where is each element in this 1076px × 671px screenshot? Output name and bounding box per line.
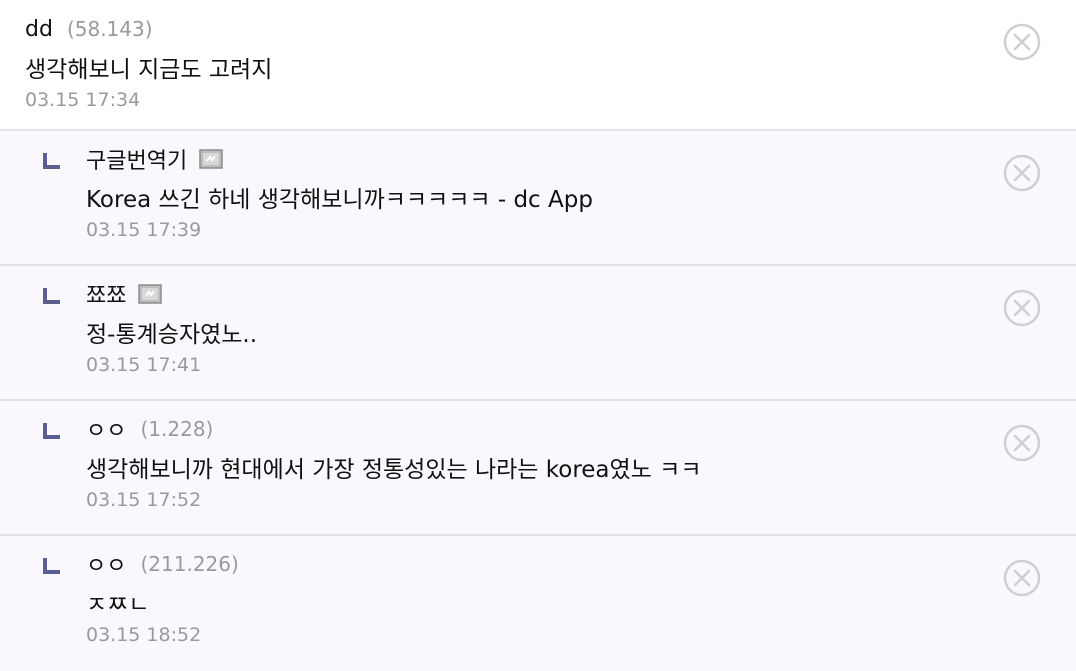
comment-date: 03.15 17:39 xyxy=(86,219,202,241)
comment-date: 03.15 18:52 xyxy=(86,624,202,646)
comment-date: 03.15 17:41 xyxy=(86,354,202,376)
reply-item: 구글번역기 Korea 쓰긴 하네 생각해보니까ㅋㅋㅋㅋㅋ - dc App 0… xyxy=(0,131,1076,266)
reply-item: ㅇㅇ (1.228) 생각해보니까 현대에서 가장 정통성있는 나라는 kore… xyxy=(0,401,1076,536)
comment-header: ㅇㅇ (211.226) xyxy=(42,549,1076,579)
comment-header: 쬬쬬 xyxy=(42,279,1076,309)
reply-arrow-icon xyxy=(42,286,62,306)
delete-circle-x-icon[interactable] xyxy=(1002,288,1042,328)
comment-header: ㅇㅇ (1.228) xyxy=(42,414,1076,444)
comment-ip: (58.143) xyxy=(66,17,153,41)
comment-author[interactable]: dd xyxy=(25,17,53,42)
comment-header: dd (58.143) xyxy=(25,14,1076,44)
reply-item: 쬬쬬 정-통계승자였노.. 03.15 17:41 xyxy=(0,266,1076,401)
comment-list: dd (58.143) 생각해보니 지금도 고려지 03.15 17:34 구글… xyxy=(0,0,1076,671)
comment-date: 03.15 17:34 xyxy=(25,89,141,111)
delete-circle-x-icon[interactable] xyxy=(1002,153,1042,193)
reply-arrow-icon xyxy=(42,556,62,576)
comment-text: 생각해보니 지금도 고려지 xyxy=(25,57,273,83)
gallog-badge-icon xyxy=(138,284,163,304)
comment-header: 구글번역기 xyxy=(42,144,1076,174)
comment-author[interactable]: ㅇㅇ xyxy=(86,413,126,445)
comment-author[interactable]: ㅇㅇ xyxy=(86,548,126,580)
delete-circle-x-icon[interactable] xyxy=(1002,558,1042,598)
comment-item: dd (58.143) 생각해보니 지금도 고려지 03.15 17:34 xyxy=(0,0,1076,131)
reply-item: ㅇㅇ (211.226) ㅈㅉㄴ 03.15 18:52 xyxy=(0,536,1076,671)
comment-author[interactable]: 쬬쬬 xyxy=(86,278,126,310)
reply-arrow-icon xyxy=(42,421,62,441)
reply-arrow-icon xyxy=(42,151,62,171)
delete-circle-x-icon[interactable] xyxy=(1002,423,1042,463)
comment-text: 정-통계승자였노.. xyxy=(86,322,258,348)
comment-ip: (1.228) xyxy=(140,417,214,441)
comment-date: 03.15 17:52 xyxy=(86,489,202,511)
comment-text: Korea 쓰긴 하네 생각해보니까ㅋㅋㅋㅋㅋ - dc App xyxy=(86,187,593,213)
delete-circle-x-icon[interactable] xyxy=(1002,22,1042,62)
comment-author[interactable]: 구글번역기 xyxy=(86,143,187,175)
comment-text: ㅈㅉㄴ xyxy=(86,592,150,618)
comment-ip: (211.226) xyxy=(140,552,239,576)
gallog-badge-icon xyxy=(199,149,223,169)
comment-text: 생각해보니까 현대에서 가장 정통성있는 나라는 korea였노 ㅋㅋ xyxy=(86,457,702,483)
